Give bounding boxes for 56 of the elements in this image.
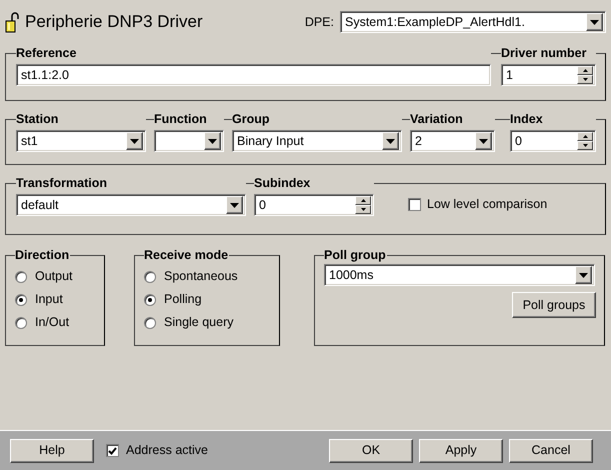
spin-up-button[interactable] xyxy=(355,196,371,205)
dpe-dropdown[interactable]: System1:ExampleDP_AlertHdl1. xyxy=(340,11,606,33)
caret-icon xyxy=(475,132,492,150)
group-label: Poll group xyxy=(324,248,387,263)
spin-up-button[interactable] xyxy=(577,66,593,75)
radio-label: Spontaneous xyxy=(164,269,238,284)
dpe-label: DPE: xyxy=(304,14,334,30)
spin-down-button[interactable] xyxy=(577,141,593,150)
group-label: Group xyxy=(232,112,402,127)
up-arrow-icon xyxy=(360,199,366,202)
down-arrow-icon xyxy=(582,78,588,81)
radio-button[interactable] xyxy=(15,270,27,282)
dialog-button[interactable]: OK xyxy=(329,438,413,462)
radio-label: Input xyxy=(35,292,63,307)
dropdown[interactable]: st1 xyxy=(16,130,146,152)
checkbox-label: Low level comparison xyxy=(427,196,548,212)
radio-label: In/Out xyxy=(35,315,70,330)
caret-icon xyxy=(586,13,603,31)
down-arrow-icon xyxy=(360,208,366,211)
dialog-button[interactable]: Cancel xyxy=(509,438,593,462)
checkbox[interactable] xyxy=(408,198,421,210)
caret-icon xyxy=(226,196,243,214)
dialog-title: Peripherie DNP3 Driver xyxy=(25,12,203,32)
radio-label: Polling xyxy=(164,292,202,307)
radio-button[interactable] xyxy=(15,294,27,306)
poll-groups-button[interactable]: Poll groups xyxy=(512,292,596,318)
checkbox[interactable] xyxy=(106,444,119,457)
caret-icon xyxy=(204,132,221,150)
spin-down-button[interactable] xyxy=(577,75,593,84)
padlock-icon xyxy=(5,12,19,34)
down-arrow-icon xyxy=(582,144,588,147)
caret-icon xyxy=(382,132,399,150)
dropdown[interactable]: Binary Input xyxy=(232,130,402,152)
caret-icon xyxy=(126,132,143,150)
subindex-spinbox[interactable]: 0 xyxy=(254,194,374,216)
radio-button[interactable] xyxy=(144,270,156,282)
transformation-dropdown[interactable]: default xyxy=(16,194,246,216)
up-arrow-icon xyxy=(582,69,588,72)
radio-label: Output xyxy=(35,269,73,284)
driver-number-spinbox[interactable]: 1 xyxy=(501,64,596,86)
dropdown[interactable] xyxy=(154,130,224,152)
radio-button[interactable] xyxy=(144,294,156,306)
spin-down-button[interactable] xyxy=(355,205,371,214)
up-arrow-icon xyxy=(582,135,588,138)
dropdown[interactable]: 2 xyxy=(410,130,495,152)
caret-icon xyxy=(575,266,592,284)
spinbox[interactable]: 0 xyxy=(510,130,596,152)
checkbox-label: Address active xyxy=(126,443,208,458)
radio-label: Single query xyxy=(164,315,234,330)
poll-group-dropdown[interactable]: 1000ms xyxy=(324,264,595,286)
radio-button[interactable] xyxy=(15,316,27,328)
dialog-button[interactable]: Apply xyxy=(419,438,503,462)
reference-field[interactable]: st1.1:2.0 xyxy=(16,64,491,86)
help-button[interactable]: Help xyxy=(10,438,94,462)
spin-up-button[interactable] xyxy=(577,132,593,141)
radio-button[interactable] xyxy=(144,316,156,328)
